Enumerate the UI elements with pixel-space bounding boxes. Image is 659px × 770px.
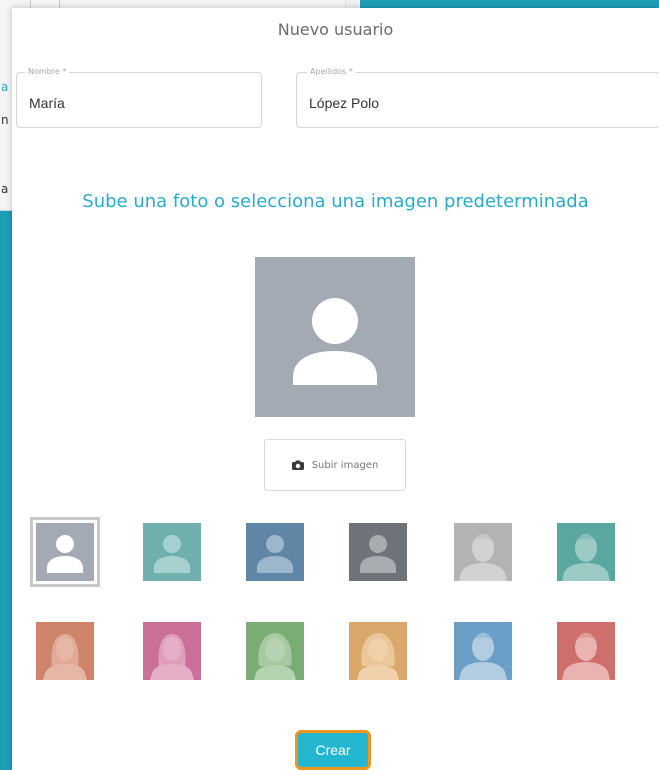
avatar-image (454, 523, 512, 581)
avatar-image (36, 523, 94, 581)
last-name-input[interactable] (309, 95, 509, 111)
user-silhouette-icon (293, 298, 377, 385)
avatar-image (143, 622, 201, 680)
avatar-option-default-blue[interactable] (246, 523, 304, 581)
avatar-image (143, 523, 201, 581)
avatar-option-default-teal[interactable] (143, 523, 201, 581)
avatar-image (557, 622, 615, 680)
first-name-field[interactable]: Nombre * (16, 66, 262, 128)
avatar-option-default-gray[interactable] (30, 517, 100, 587)
avatar-option-man-gray[interactable] (454, 523, 512, 581)
avatar-option-girl-sand[interactable] (349, 622, 407, 680)
camera-icon (291, 460, 304, 470)
avatar-option-boy-red[interactable] (557, 622, 615, 680)
avatar-option-default-dark[interactable] (349, 523, 407, 581)
new-user-modal: Nuevo usuario Nombre * Apellidos * Sube … (12, 8, 659, 770)
avatar-image (349, 523, 407, 581)
avatar-image (557, 523, 615, 581)
first-name-label: Nombre * (25, 66, 70, 78)
upload-image-label: Subir imagen (311, 459, 379, 471)
avatar-option-woman-coral[interactable] (36, 622, 94, 680)
avatar-option-woman-pink[interactable] (143, 622, 201, 680)
avatar-image (36, 622, 94, 680)
avatar-option-boy-blue[interactable] (454, 622, 512, 680)
avatar-image (246, 523, 304, 581)
avatar-image (454, 622, 512, 680)
first-name-input[interactable] (29, 95, 229, 111)
avatar-option-man-teal[interactable] (557, 523, 615, 581)
avatar-image (349, 622, 407, 680)
background-text: n (1, 113, 9, 127)
last-name-label: Apellidos * (307, 66, 356, 78)
profile-photo-preview (255, 257, 415, 417)
modal-title: Nuevo usuario (277, 20, 394, 39)
background-text: a (1, 182, 9, 196)
avatar-option-girl-green[interactable] (246, 622, 304, 680)
photo-instruction: Sube una foto o selecciona una imagen pr… (82, 191, 589, 212)
avatar-image (246, 622, 304, 680)
upload-image-button[interactable]: Subir imagen (264, 439, 406, 491)
background-text: a (1, 80, 9, 94)
create-button[interactable]: Crear (295, 730, 371, 770)
last-name-field[interactable]: Apellidos * (296, 66, 659, 128)
